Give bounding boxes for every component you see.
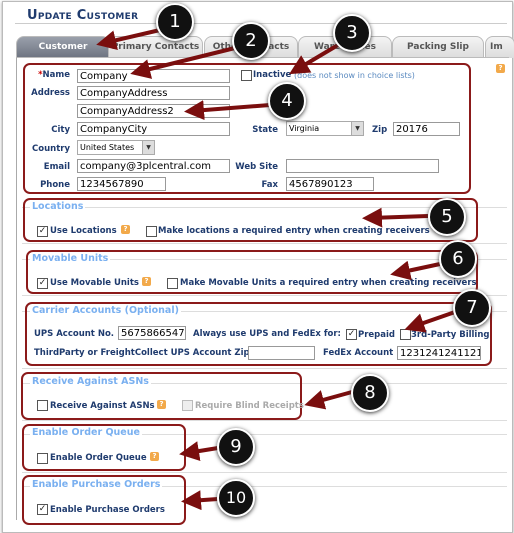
callout-badge-4: 4 — [268, 82, 306, 120]
callout-arrow — [184, 100, 271, 121]
callout-badge-6: 6 — [439, 240, 477, 278]
callout-badge-5: 5 — [428, 198, 466, 236]
callout-arrow — [362, 207, 429, 228]
callout-badge-10: 10 — [217, 479, 255, 517]
callout-arrow — [179, 441, 219, 461]
callout-badge-8: 8 — [351, 374, 389, 412]
callout-arrow — [289, 43, 340, 75]
callout-arrow — [130, 46, 236, 79]
callout-arrows — [96, 28, 456, 511]
callout-badge-1: 1 — [156, 3, 194, 41]
callout-badge-2: 2 — [232, 22, 270, 60]
callout-badge-9: 9 — [217, 428, 255, 466]
callout-arrow — [304, 390, 353, 410]
callout-badge-7: 7 — [453, 289, 491, 327]
callout-arrow — [404, 310, 456, 333]
callout-arrow — [96, 28, 161, 51]
callout-arrow — [390, 260, 441, 281]
callout-badge-3: 3 — [333, 14, 371, 52]
callout-arrow — [181, 490, 219, 511]
